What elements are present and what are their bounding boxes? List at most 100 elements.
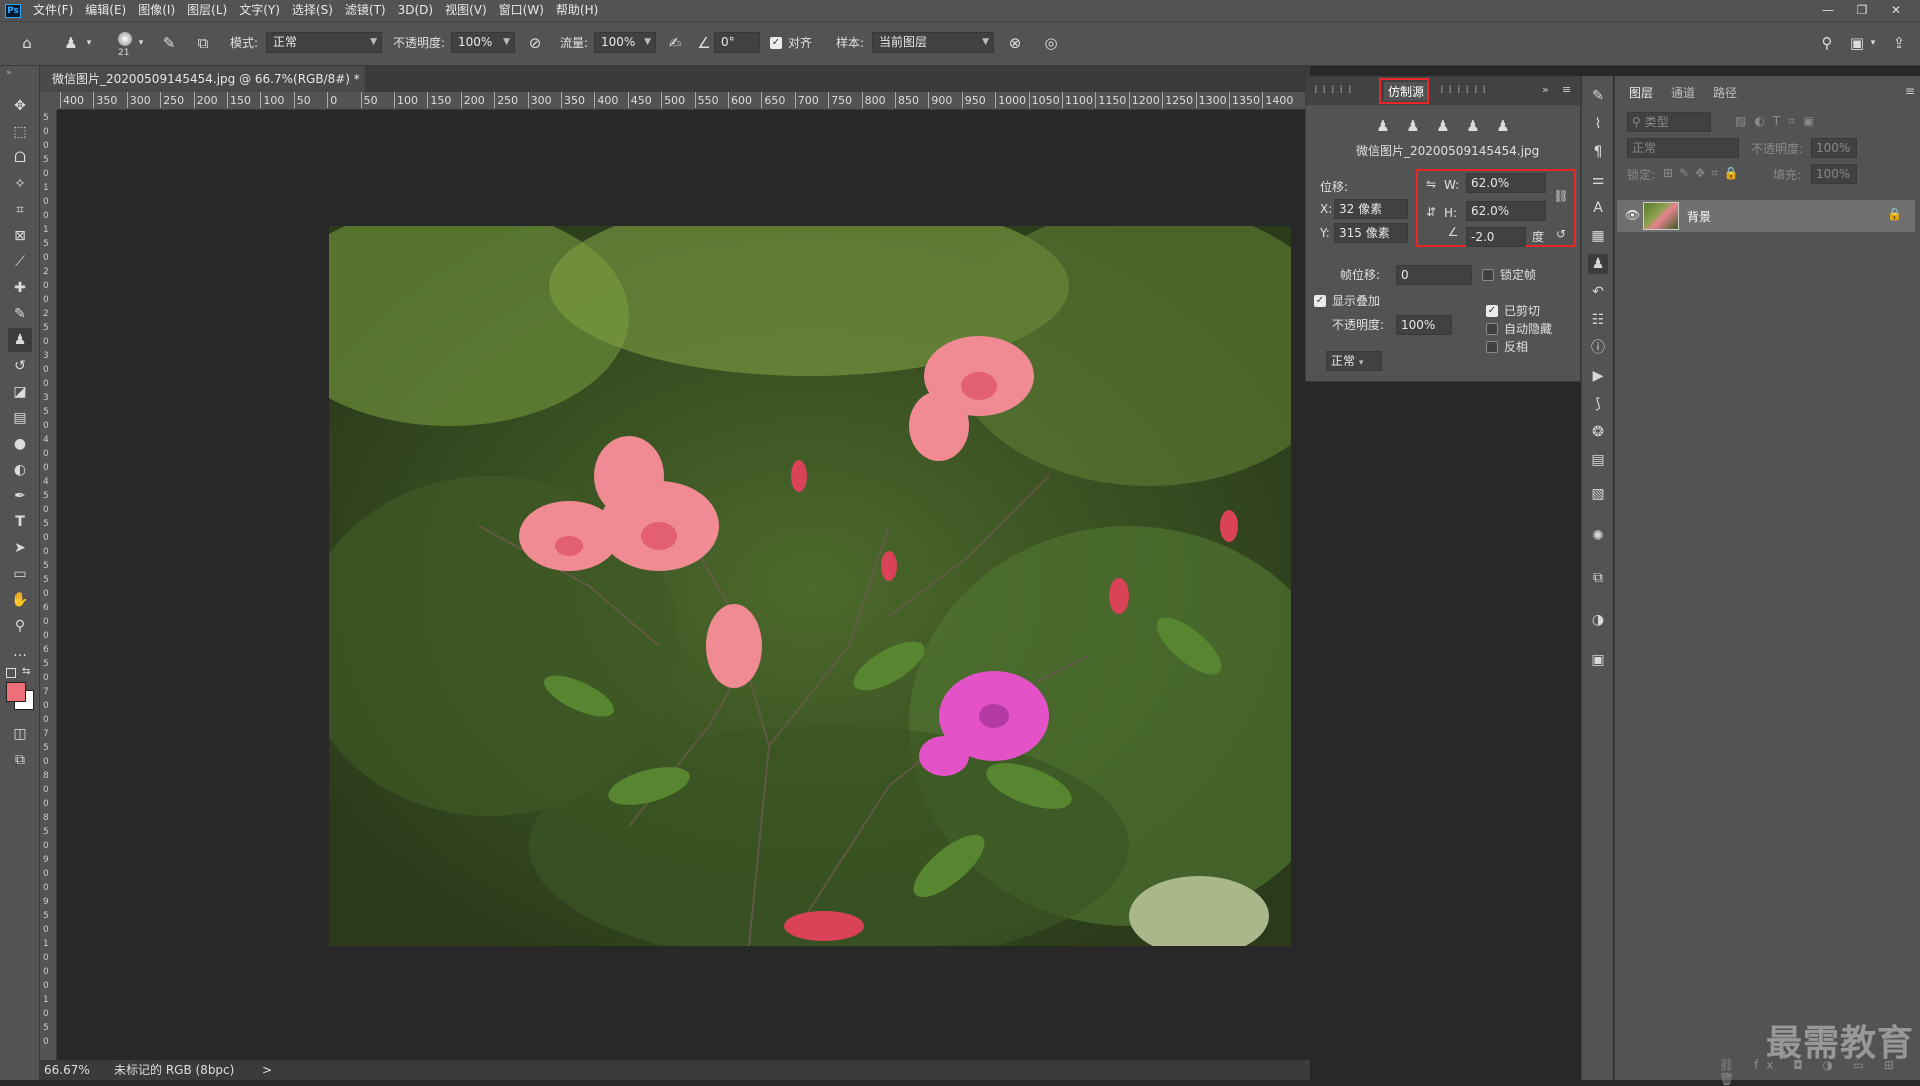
glyphs-panel-icon[interactable]: ▦ xyxy=(1588,226,1608,246)
quick-select-tool-icon[interactable]: ✧ xyxy=(8,172,32,196)
brush-tool-icon[interactable]: ✎ xyxy=(8,302,32,326)
width-scale-input[interactable]: 62.0% xyxy=(1466,173,1546,193)
invert-checkbox[interactable] xyxy=(1486,341,1498,353)
height-scale-input[interactable]: 62.0% xyxy=(1466,201,1546,221)
share-icon[interactable]: ⇪ xyxy=(1888,32,1910,54)
chevron-down-icon[interactable]: ▾ xyxy=(84,32,94,54)
blur-tool-icon[interactable]: ● xyxy=(8,432,32,456)
menu-file[interactable]: 文件(F) xyxy=(27,0,79,21)
libraries-panel-icon[interactable]: ⧉ xyxy=(1588,568,1608,588)
swatches-panel-icon[interactable]: ▣ xyxy=(1588,650,1608,670)
vertical-ruler[interactable]: 5 0 0 5 0 1 0 0 1 5 0 2 0 0 2 5 0 3 0 0 3 5 0 4 0 0 4 5 0 5 0 0 5 5 0 6 0 0 6 5… xyxy=(40,110,57,1060)
eye-icon[interactable]: 👁 xyxy=(1625,208,1640,222)
foreground-color-swatch[interactable] xyxy=(6,682,26,702)
blend-mode-select[interactable]: 正常 xyxy=(1627,138,1739,158)
move-tool-icon[interactable]: ✥ xyxy=(8,94,32,118)
angle-input[interactable]: 0° xyxy=(714,32,760,53)
frame-offset-input[interactable]: 0 xyxy=(1396,265,1472,285)
zoom-level[interactable]: 66.67% xyxy=(44,1060,90,1080)
auto-hide-checkbox[interactable] xyxy=(1486,323,1498,335)
ruler-origin[interactable] xyxy=(40,92,57,110)
airbrush-icon[interactable]: ✍ xyxy=(664,32,686,54)
3d-panel-icon[interactable]: ❂ xyxy=(1588,422,1608,442)
marquee-tool-icon[interactable]: ⬚ xyxy=(8,120,32,144)
clone-stamp-preset-icon[interactable]: ♟ xyxy=(60,32,82,54)
menu-3d[interactable]: 3D(D) xyxy=(392,0,439,21)
clone-source-2-icon[interactable]: ♟ xyxy=(1402,115,1424,137)
notes-panel-icon[interactable]: ▧ xyxy=(1588,484,1608,504)
ignore-adjustment-icon[interactable]: ⊗ xyxy=(1004,32,1026,54)
workspace-icon[interactable]: ▣ xyxy=(1846,32,1868,54)
fill-input[interactable]: 100% xyxy=(1811,164,1857,184)
photoshop-logo-icon[interactable]: Ps xyxy=(5,3,21,18)
default-colors-icon[interactable] xyxy=(6,668,16,678)
menu-window[interactable]: 窗口(W) xyxy=(493,0,550,21)
table-panel-icon[interactable]: ▤ xyxy=(1588,450,1608,470)
actions-panel-icon[interactable]: ▶ xyxy=(1588,366,1608,386)
workspace-chevron-icon[interactable]: ▾ xyxy=(1868,32,1878,54)
gradient-tool-icon[interactable]: ▤ xyxy=(8,406,32,430)
offset-x-input[interactable]: 32 像素 xyxy=(1334,199,1408,219)
flip-vertical-icon[interactable]: ⇵ xyxy=(1422,201,1440,223)
layers-menu-icon[interactable]: ≡ xyxy=(1905,84,1915,98)
menu-edit[interactable]: 编辑(E) xyxy=(79,0,132,21)
flow-input[interactable]: 100% ▼ xyxy=(594,32,656,53)
lock-frame-checkbox[interactable] xyxy=(1482,269,1494,281)
link-icon[interactable]: ⛓ xyxy=(1552,185,1570,207)
color-panel-icon[interactable]: ✺ xyxy=(1588,526,1608,546)
screen-mode-icon[interactable]: ⧉ xyxy=(8,748,32,772)
aligned-checkbox[interactable]: ✓ xyxy=(770,37,782,49)
adjust-panel-icon[interactable]: ◑ xyxy=(1588,610,1608,630)
menu-help[interactable]: 帮助(H) xyxy=(550,0,604,21)
panel-menu-icon[interactable]: ≡ xyxy=(1562,83,1571,96)
search-icon[interactable]: ⚲ xyxy=(1816,32,1838,54)
crop-tool-icon[interactable]: ⌗ xyxy=(8,198,32,222)
tab-channels[interactable]: 通道 xyxy=(1671,84,1695,101)
swap-colors-icon[interactable]: ⇆ xyxy=(22,666,30,677)
eraser-tool-icon[interactable]: ◪ xyxy=(8,380,32,404)
type-tool-icon[interactable]: T xyxy=(8,510,32,534)
offset-y-input[interactable]: 315 像素 xyxy=(1334,223,1408,243)
paragraph-panel-icon[interactable]: ¶ xyxy=(1588,142,1608,162)
home-icon[interactable]: ⌂ xyxy=(16,32,38,54)
info-panel-icon[interactable]: ⓘ xyxy=(1588,338,1608,358)
history-brush-tool-icon[interactable]: ↺ xyxy=(8,354,32,378)
collapse-icon[interactable]: » xyxy=(6,68,12,78)
layer-row-background[interactable]: 👁 背景 🔒 xyxy=(1617,200,1915,232)
layer-opacity-input[interactable]: 100% xyxy=(1811,138,1857,158)
brush-settings-panel-icon[interactable]: ✎ xyxy=(1588,86,1608,106)
zoom-tool-icon[interactable]: ⚲ xyxy=(8,614,32,638)
pressure-opacity-icon[interactable]: ⊘ xyxy=(524,32,546,54)
horizontal-ruler[interactable]: 400 350 300 250 200 150 100 50 0 50 100 150 200 250 30… xyxy=(57,92,1310,110)
expand-panel-icon[interactable]: » xyxy=(1542,83,1549,96)
menu-type[interactable]: 文字(Y) xyxy=(233,0,286,21)
minimize-button[interactable]: — xyxy=(1812,0,1844,21)
menu-view[interactable]: 视图(V) xyxy=(439,0,493,21)
clone-source-4-icon[interactable]: ♟ xyxy=(1462,115,1484,137)
clone-source-panel-icon[interactable]: ⧉ xyxy=(192,32,214,54)
dodge-tool-icon[interactable]: ◐ xyxy=(8,458,32,482)
quick-mask-icon[interactable]: ◫ xyxy=(8,722,32,746)
menu-filter[interactable]: 滤镜(T) xyxy=(339,0,392,21)
tab-paths[interactable]: 路径 xyxy=(1713,84,1737,101)
frame-tool-icon[interactable]: ⊠ xyxy=(8,224,32,248)
pressure-size-icon[interactable]: ◎ xyxy=(1040,32,1062,54)
overlay-opacity-input[interactable]: 100% xyxy=(1396,315,1452,335)
clone-source-panel-icon[interactable]: ♟ xyxy=(1588,254,1608,274)
collapsed-tabs-right-icon[interactable]: ⁞⁞⁞⁞⁞⁞ xyxy=(1440,83,1491,96)
brush-tip-icon[interactable] xyxy=(118,32,132,46)
rectangle-tool-icon[interactable]: ▭ xyxy=(8,562,32,586)
tab-layers[interactable]: 图层 xyxy=(1629,84,1653,101)
paths-panel-icon[interactable]: ⟆ xyxy=(1588,394,1608,414)
clipped-checkbox[interactable]: ✓ xyxy=(1486,305,1498,317)
document-tab[interactable]: 微信图片_20200509145454.jpg @ 66.7%(RGB/8#) … xyxy=(40,66,365,112)
status-arrow-icon[interactable]: > xyxy=(262,1060,272,1080)
document-image[interactable] xyxy=(329,226,1291,946)
reset-transform-icon[interactable]: ↺ xyxy=(1552,223,1570,245)
lasso-tool-icon[interactable]: ᗝ xyxy=(8,146,32,170)
menu-select[interactable]: 选择(S) xyxy=(286,0,339,21)
brush-settings-icon[interactable]: ✎ xyxy=(158,32,180,54)
clone-source-5-icon[interactable]: ♟ xyxy=(1492,115,1514,137)
hand-tool-icon[interactable]: ✋ xyxy=(8,588,32,612)
clone-source-3-icon[interactable]: ♟ xyxy=(1432,115,1454,137)
